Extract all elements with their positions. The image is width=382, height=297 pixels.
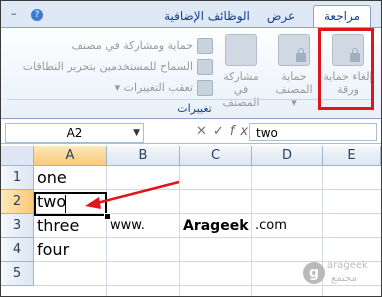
watermark-text-2: مجتمع [331, 273, 357, 284]
protect-workbook-label-1: حماية [281, 70, 307, 83]
watermark-text-1: arageek [327, 260, 368, 271]
tab-view[interactable]: عرض [261, 6, 301, 27]
share-workbook-label-1: مشاركة في [223, 70, 259, 96]
track-changes-button[interactable]: تعقب التغييرات ▾ [105, 80, 213, 98]
edit-ranges-icon [197, 59, 213, 75]
formula-buttons: ✕✓fx [196, 124, 254, 139]
share-workbook-button[interactable]: مشاركة في المصنف [215, 34, 267, 109]
protect-workbook-icon [278, 34, 310, 66]
protect-share-icon [197, 38, 213, 54]
share-workbook-icon [225, 34, 257, 66]
arageek-logo-icon: g [303, 262, 325, 284]
minimize-ribbon-button[interactable]: – [11, 7, 17, 20]
tab-review[interactable]: مراجعة [313, 5, 371, 28]
allow-users-edit-ranges-button[interactable]: السماح للمستخدمين بتحرير النطاقات [21, 59, 213, 77]
name-box[interactable]: A2 ▼ [5, 123, 144, 143]
ribbon-tabs: – ? الوظائف الإضافية عرض مراجعة [1, 1, 381, 28]
excel-window: – ? الوظائف الإضافية عرض مراجعة حماية وم… [0, 0, 382, 297]
protect-workbook-button[interactable]: حماية المصنف ▾ [271, 34, 317, 109]
protect-and-share-button[interactable]: حماية ومشاركة في مصنف [65, 38, 213, 56]
help-icon[interactable]: ? [31, 9, 43, 21]
tab-addins[interactable]: الوظائف الإضافية [161, 6, 253, 27]
track-changes-icon [197, 80, 213, 96]
formula-input[interactable]: two [249, 123, 377, 141]
allow-users-edit-label: السماح للمستخدمين بتحرير النطاقات [22, 60, 193, 73]
track-changes-label: تعقب التغييرات ▾ [114, 81, 193, 94]
highlight-box [318, 28, 374, 110]
chevron-down-icon[interactable]: ▼ [133, 124, 140, 142]
name-box-value: A2 [66, 126, 83, 140]
protect-and-share-label: حماية ومشاركة في مصنف [71, 39, 193, 52]
cancel-icon[interactable]: ✕ [196, 124, 213, 139]
enter-icon[interactable]: ✓ [213, 124, 230, 139]
arageek-watermark: g arageek مجتمع [303, 260, 373, 290]
worksheet-grid: A B C D E 1 2 3 4 5 one two three www. A… [1, 146, 381, 296]
formula-bar: A2 ▼ ✕✓fx two [1, 121, 381, 144]
